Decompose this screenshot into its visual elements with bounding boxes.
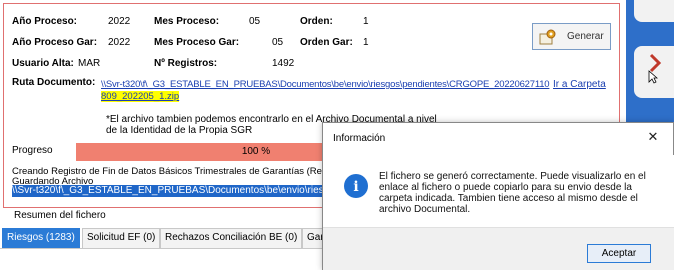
usuario-alta-label: Usuario Alta: — [12, 58, 74, 69]
tab-strip: Riesgos (1283) Solicitud EF (0) Rechazos… — [0, 228, 340, 248]
log-line-3-selected: \\Svr-t320\f\_G3_ESTABLE_EN_PRUEBAS\Docu… — [12, 185, 342, 197]
mes-proceso-value: 05 — [249, 16, 261, 27]
generar-button[interactable]: Generar — [532, 23, 611, 50]
usuario-alta-value: MAR — [78, 58, 101, 69]
anio-proceso-value: 2022 — [108, 16, 131, 27]
mes-proceso-label: Mes Proceso: — [154, 16, 220, 27]
ruta-documento-link-line2[interactable]: 809_202205_1.zip — [101, 91, 180, 102]
tab-strip-divider — [0, 248, 340, 249]
mes-proceso-gar-value: 05 — [272, 37, 284, 48]
generate-gear-icon — [539, 29, 556, 44]
right-side-card-top — [634, 0, 674, 22]
anio-proceso-gar-value: 2022 — [108, 37, 131, 48]
dialog-footer: Aceptar — [323, 227, 674, 270]
tab-rechazos-conciliacion[interactable]: Rechazos Conciliación BE (0) — [160, 228, 303, 248]
ruta-documento-link-line1[interactable]: \\Svr-t320\f\_G3_ESTABLE_EN_PRUEBAS\Docu… — [101, 79, 550, 90]
dialog-message: El fichero se generó correctamente. Pued… — [379, 171, 646, 215]
right-side-card[interactable] — [634, 46, 674, 98]
resumen-fichero-label: Resumen del fichero — [14, 210, 106, 221]
info-icon: i — [344, 174, 368, 198]
tab-riesgos[interactable]: Riesgos (1283) — [2, 228, 80, 248]
orden-label: Orden: — [300, 16, 333, 27]
close-icon[interactable]: ✕ — [645, 129, 661, 145]
ruta-documento-label: Ruta Documento: — [12, 77, 96, 88]
orden-gar-value: 1 — [363, 37, 369, 48]
mes-proceso-gar-label: Mes Proceso Gar: — [154, 37, 240, 48]
orden-value: 1 — [363, 16, 369, 27]
num-registros-label: Nº Registros: — [154, 58, 218, 69]
anio-proceso-label: Año Proceso: — [12, 16, 78, 27]
ir-a-carpeta-link[interactable]: Ir a Carpeta — [553, 79, 606, 90]
tab-solicitud-ef[interactable]: Solicitud EF (0) — [82, 228, 161, 248]
information-dialog: Información ✕ i El fichero se generó cor… — [322, 122, 674, 270]
progreso-label: Progreso — [12, 145, 53, 156]
info-icon-glyph: i — [353, 179, 358, 195]
aceptar-button[interactable]: Aceptar — [587, 244, 651, 263]
generar-button-label: Generar — [567, 31, 604, 42]
num-registros-value: 1492 — [272, 58, 295, 69]
orden-gar-label: Orden Gar: — [300, 37, 353, 48]
anio-proceso-gar-label: Año Proceso Gar: — [12, 37, 98, 48]
mouse-cursor-icon — [648, 70, 658, 84]
dialog-title: Información — [333, 133, 386, 144]
